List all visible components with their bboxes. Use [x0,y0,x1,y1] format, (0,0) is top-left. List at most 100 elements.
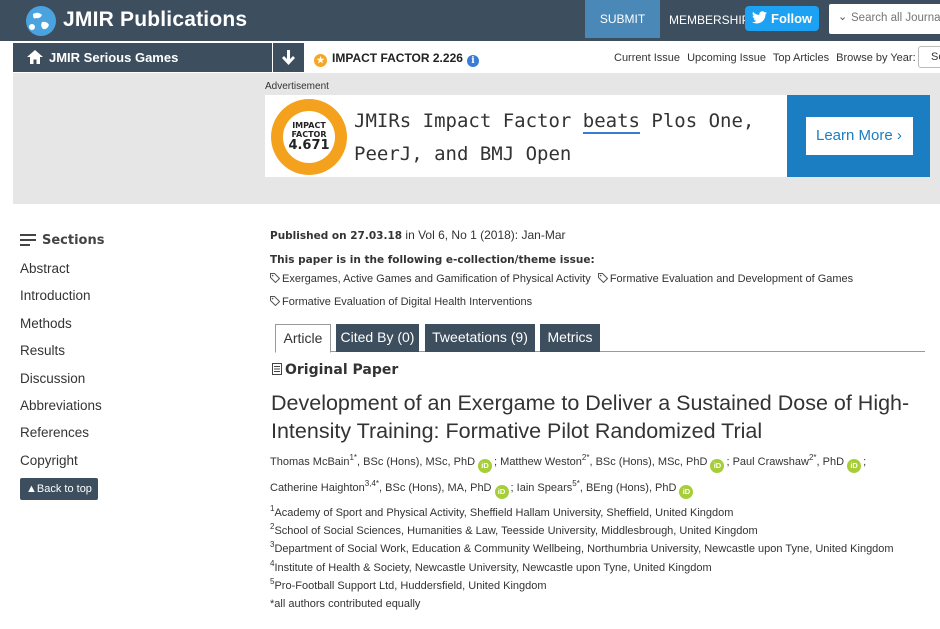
search-input[interactable] [851,12,940,24]
nav-abbreviations[interactable]: Abbreviations [20,398,102,425]
follow-label: Follow [771,11,813,26]
ad-line1-b: Plos One, [639,110,755,132]
author-name: Matthew Weston [500,456,582,468]
nav-discussion[interactable]: Discussion [20,371,102,398]
submit-button[interactable]: SUBMIT [585,0,660,38]
author-degrees: , BSc (Hons), MA, PhD [379,482,492,494]
author-name: Thomas McBain [270,456,350,468]
arrow-up-icon: ▲ [26,483,37,495]
journal-menu-toggle[interactable] [273,43,304,72]
author-degrees: , BSc (Hons), MSc, PhD [589,456,708,468]
document-icon [272,363,282,375]
author[interactable]: Thomas McBain1*, BSc (Hons), MSc, PhD [270,453,476,469]
nav-introduction[interactable]: Introduction [20,288,102,315]
author[interactable]: Catherine Haighton3,4*, BSc (Hons), MA, … [270,479,492,495]
nav-methods[interactable]: Methods [20,316,102,343]
author[interactable]: Paul Crawshaw2*, PhD [732,453,845,469]
author-sup: 1* [349,453,358,462]
tab-article[interactable]: Article [275,324,331,353]
affiliation-text: Institute of Health & Society, Newcastle… [274,561,712,574]
theme-tags-row1: Exergames, Active Games and Gamification… [270,273,857,285]
published-in-text: in [402,228,419,242]
affiliation-text: Academy of Sport and Physical Activity, … [274,507,734,519]
affiliation: 3Department of Social Work, Education & … [270,540,894,558]
tab-cited-by[interactable]: Cited By (0) [336,324,419,352]
chevron-down-icon[interactable]: ⌄ [838,10,847,23]
membership-link[interactable]: MEMBERSHIP [669,13,750,27]
published-date: Published on 27.03.18 [270,230,403,242]
journal-home-link[interactable]: JMIR Serious Games [13,43,272,72]
theme-tag-label: Formative Evaluation of Digital Health I… [282,296,533,308]
orcid-icon[interactable]: iD [710,459,725,473]
orcid-icon[interactable]: iD [847,459,862,473]
nav-copyright[interactable]: Copyright [20,453,102,480]
ad-headline: JMIRs Impact Factor beats Plos One, Peer… [354,105,754,171]
theme-tag[interactable]: Formative Evaluation of Digital Health I… [270,296,532,308]
back-to-top-button[interactable]: ▲Back to top [20,478,98,500]
menu-lines-icon [20,234,36,246]
home-icon [27,50,43,64]
info-icon[interactable]: i [466,55,479,67]
author[interactable]: Matthew Weston2*, BSc (Hons), MSc, PhD [500,454,708,469]
ad-line2: PeerJ, and BMJ Open [354,143,572,165]
theme-tags-row2: Formative Evaluation of Digital Health I… [270,296,536,308]
orcid-icon[interactable]: iD [478,459,493,473]
orcid-icon[interactable]: iD [494,485,509,499]
impact-factor[interactable]: ★ IMPACT FACTOR 2.226 i [314,51,479,67]
top-navbar: JMIR Publications SUBMIT MEMBERSHIP Foll… [0,0,940,41]
author-name: Paul Crawshaw [732,456,809,468]
affiliation: 5Pro-Football Support Ltd, Huddersfield,… [270,577,894,595]
arrow-down-icon [282,50,295,65]
orcid-icon[interactable]: iD [679,485,694,499]
affiliation: 4Institute of Health & Society, Newcastl… [270,559,894,577]
nav-references[interactable]: References [20,425,102,452]
tag-icon [270,273,280,283]
year-select[interactable]: Se [918,46,940,68]
brand-name[interactable]: JMIR Publications [63,8,247,32]
learn-more-button[interactable]: Learn More › [806,117,913,155]
author-sup: 3,4* [364,479,380,488]
author-name: Iain Spears [516,482,573,494]
search-box[interactable]: ⌄ [829,4,940,34]
ad-cta-panel: Learn More › [787,95,930,177]
theme-tag[interactable]: Exergames, Active Games and Gamification… [270,273,591,285]
impact-factor-seal: IMPACT FACTOR 4.671 [271,99,347,175]
author-degrees: , BEng (Hons), PhD [579,482,677,494]
browse-by-year-label: Browse by Year: [836,52,916,64]
tab-metrics[interactable]: Metrics [540,324,600,352]
ad-banner[interactable]: IMPACT FACTOR 4.671 JMIRs Impact Factor … [265,95,930,177]
publication-info: Published on 27.03.18 in Vol 6, No 1 (20… [270,228,565,242]
twitter-follow-button[interactable]: Follow [745,6,819,31]
learn-more-label: Learn More [816,127,893,144]
article-type: Original Paper [272,362,398,378]
journal-links: Current Issue Upcoming Issue Top Article… [614,52,920,64]
impact-factor-text: IMPACT FACTOR 2.226 [332,51,463,65]
author-list: Thomas McBain1*, BSc (Hons), MSc, PhD iD;… [270,449,920,501]
chevron-right-icon: › [896,127,902,144]
upcoming-issue-link[interactable]: Upcoming Issue [687,52,766,64]
globe-logo-icon[interactable] [24,4,58,38]
ad-label: Advertisement [265,81,329,92]
tag-icon [597,273,608,283]
affiliation-list: 1Academy of Sport and Physical Activity,… [270,504,894,613]
affiliation: 2School of Social Sciences, Humanities &… [270,522,894,540]
nav-results[interactable]: Results [20,343,102,370]
current-issue-link[interactable]: Current Issue [614,52,680,64]
nav-abstract[interactable]: Abstract [20,261,102,288]
theme-tag[interactable]: Formative Evaluation and Development of … [597,273,853,285]
seal-value: 4.671 [288,138,330,153]
tab-tweetations[interactable]: Tweetations (9) [425,324,535,352]
star-badge-icon: ★ [314,54,327,67]
affiliation: 1Academy of Sport and Physical Activity,… [270,504,894,522]
sections-nav: Abstract Introduction Methods Results Di… [20,261,102,480]
issue-link[interactable]: Vol 6, No 1 (2018): Jan-Mar [418,228,565,242]
equal-contribution-note: *all authors contributed equally [270,598,421,611]
affiliation-text: Department of Social Work, Education & C… [274,543,894,556]
top-articles-link[interactable]: Top Articles [773,52,829,64]
author-degrees: , BSc (Hons), MSc, PhD [357,456,476,468]
author-sup: 2* [808,453,817,462]
ad-line1-a: JMIRs Impact Factor [354,110,583,132]
author[interactable]: Iain Spears5*, BEng (Hons), PhD [516,480,677,495]
twitter-bird-icon [752,11,767,24]
ad-line1-emphasis: beats [582,110,640,134]
